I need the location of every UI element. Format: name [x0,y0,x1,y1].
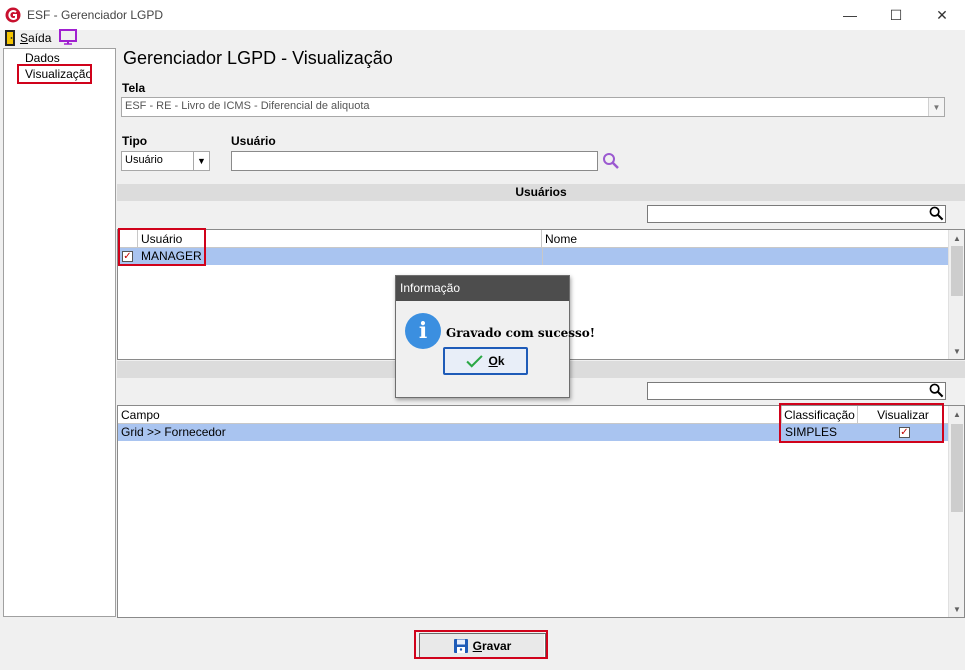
search-icon[interactable] [602,152,620,170]
scroll-down-icon[interactable]: ▼ [949,343,965,359]
search-icon[interactable] [929,206,944,221]
tipo-value: Usuário [125,154,163,166]
app-logo-icon [5,7,21,23]
tela-select[interactable]: ESF - RE - Livro de ICMS - Diferencial d… [121,97,945,117]
info-icon: i [405,313,441,349]
ok-button[interactable]: Ok [443,347,528,375]
checkmark-icon [466,354,484,368]
highlight-box [414,630,548,659]
fields-search-input[interactable] [647,382,946,400]
highlight-box [118,228,206,266]
name-cell [542,248,948,265]
column-header-campo[interactable]: Campo [118,406,782,424]
search-icon[interactable] [929,383,944,398]
users-grid-header: Usuário Nome [118,230,948,248]
tela-label: Tela [122,81,146,95]
usuario-input[interactable] [231,151,598,171]
page-title: Gerenciador LGPD - Visualização [123,48,393,68]
dialog-title: Informação [396,276,569,301]
exit-label-rest: aída [28,31,52,45]
users-search-input[interactable] [647,205,946,223]
close-icon: ✕ [936,6,948,23]
exit-door-icon[interactable] [5,30,17,46]
users-scrollbar[interactable]: ▲ ▼ [948,230,964,359]
exit-menu[interactable]: Saída [20,31,51,45]
scroll-thumb[interactable] [951,424,963,512]
campo-cell: Grid >> Fornecedor [121,425,226,439]
scroll-up-icon[interactable]: ▲ [949,230,965,246]
highlight-box [779,403,944,443]
maximize-icon: ☐ [889,6,903,23]
title-bar: ESF - Gerenciador LGPD — ☐ ✕ [0,0,965,30]
dialog-message: Gravado com sucesso! [446,326,596,340]
scroll-thumb[interactable] [951,246,963,296]
minimize-button[interactable]: — [827,0,873,30]
maximize-button[interactable]: ☐ [873,0,919,30]
information-dialog: Informação i Gravado com sucesso! Ok [395,275,595,398]
tree-item-dados[interactable]: Dados [25,51,60,65]
chevron-down-icon: ▼ [928,98,944,116]
column-header-nome[interactable]: Nome [542,230,948,248]
tipo-label: Tipo [122,134,148,148]
fields-scrollbar[interactable]: ▲ ▼ [948,406,964,617]
highlight-box [17,64,92,84]
close-button[interactable]: ✕ [919,0,965,30]
navigation-tree [3,48,116,617]
menu-bar [0,30,965,48]
tela-value: ESF - RE - Livro de ICMS - Diferencial d… [125,100,370,112]
users-section-header: Usuários [117,184,965,201]
window-title: ESF - Gerenciador LGPD [27,8,164,22]
minimize-icon: — [843,7,857,23]
monitor-icon[interactable] [59,29,77,45]
usuario-label: Usuário [231,134,276,148]
tipo-select[interactable]: Usuário ▼ [121,151,210,171]
scroll-down-icon[interactable]: ▼ [949,601,965,617]
chevron-down-icon: ▼ [193,152,209,170]
scroll-up-icon[interactable]: ▲ [949,406,965,422]
exit-accel: S [20,31,29,45]
table-row[interactable]: ✓ MANAGER [118,248,948,265]
